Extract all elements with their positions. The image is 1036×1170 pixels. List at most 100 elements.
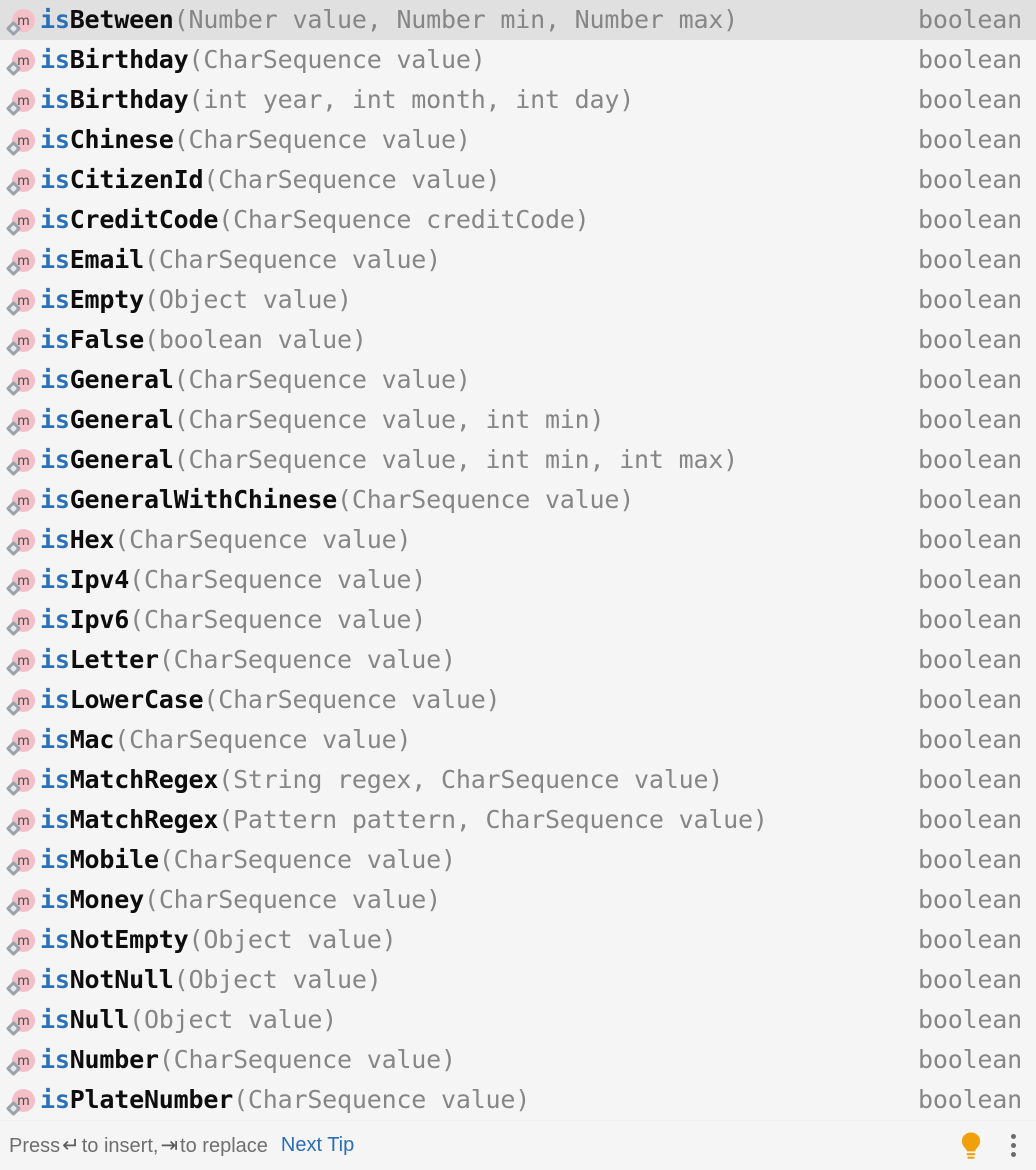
method-signature: isLetter(CharSequence value): [40, 640, 892, 680]
matched-prefix: is: [40, 1005, 70, 1034]
method-signature: isFalse(boolean value): [40, 320, 892, 360]
method-signature: isHex(CharSequence value): [40, 520, 892, 560]
completion-item[interactable]: m isMobile(CharSequence value) boolean: [0, 840, 1036, 880]
method-icon: m: [5, 840, 40, 880]
method-return-type: boolean: [918, 245, 1022, 274]
completion-item[interactable]: m isGeneral(CharSequence value, int min, …: [0, 440, 1036, 480]
method-return-type: boolean: [918, 685, 1022, 714]
completion-item[interactable]: m isNull(Object value) boolean: [0, 1000, 1036, 1040]
method-icon: m: [5, 680, 40, 720]
completion-item-list[interactable]: m isBetween(Number value, Number min, Num…: [0, 0, 1036, 1120]
matched-prefix: is: [40, 605, 70, 634]
completion-item[interactable]: m isNotEmpty(Object value) boolean: [0, 920, 1036, 960]
completion-item[interactable]: m isHex(CharSequence value) boolean: [0, 520, 1036, 560]
completion-item[interactable]: m isChinese(CharSequence value) boolean: [0, 120, 1036, 160]
completion-item[interactable]: m isBirthday(CharSequence value) boolean: [0, 40, 1036, 80]
code-completion-popup: m isBetween(Number value, Number min, Num…: [0, 0, 1036, 1170]
method-return-type: boolean: [918, 885, 1022, 914]
method-icon: m: [5, 880, 40, 920]
completion-item[interactable]: m isPlateNumber(CharSequence value) boolea…: [0, 1080, 1036, 1120]
completion-item[interactable]: m isBetween(Number value, Number min, Num…: [0, 0, 1036, 40]
matched-prefix: is: [40, 1045, 70, 1074]
completion-item[interactable]: m isGeneral(CharSequence value, int min) b…: [0, 400, 1036, 440]
method-signature: isMatchRegex(String regex, CharSequence …: [40, 760, 892, 800]
method-signature: isGeneral(CharSequence value, int min): [40, 400, 892, 440]
completion-item[interactable]: m isMatchRegex(String regex, CharSequence…: [0, 760, 1036, 800]
method-name: Empty: [69, 285, 144, 314]
method-parameters: (CharSequence value): [337, 485, 635, 514]
completion-item[interactable]: m isLowerCase(CharSequence value) boolean: [0, 680, 1036, 720]
method-parameters: (CharSequence value): [114, 525, 412, 554]
next-tip-link[interactable]: Next Tip: [281, 1134, 354, 1157]
completion-item[interactable]: m isGeneralWithChinese(CharSequence value…: [0, 480, 1036, 520]
method-return-type: boolean: [918, 125, 1022, 154]
completion-item[interactable]: m isCitizenId(CharSequence value) boolean: [0, 160, 1036, 200]
method-return-type: boolean: [918, 205, 1022, 234]
method-signature: isChinese(CharSequence value): [40, 120, 892, 160]
completion-hint: Press ↵ to insert, ⇥ to replace: [9, 1133, 268, 1158]
method-icon: m: [5, 360, 40, 400]
completion-item[interactable]: m isEmpty(Object value) boolean: [0, 280, 1036, 320]
method-name: Chinese: [69, 125, 174, 154]
method-parameters: (Object value): [143, 285, 352, 314]
method-parameters: (Object value): [173, 965, 382, 994]
more-options-icon[interactable]: [1004, 1131, 1022, 1161]
method-signature: isNull(Object value): [40, 1000, 892, 1040]
completion-item[interactable]: m isFalse(boolean value) boolean: [0, 320, 1036, 360]
method-name: Mac: [69, 725, 115, 754]
lightbulb-icon[interactable]: [958, 1131, 984, 1161]
method-signature: isMatchRegex(Pattern pattern, CharSequen…: [40, 800, 892, 840]
method-return-type: boolean: [918, 285, 1022, 314]
method-icon: m: [5, 400, 40, 440]
method-parameters: (int year, int month, int day): [188, 85, 635, 114]
method-return-type: boolean: [918, 525, 1022, 554]
completion-item[interactable]: m isNumber(CharSequence value) boolean: [0, 1040, 1036, 1080]
method-parameters: (CharSequence value): [173, 365, 471, 394]
method-return-type: boolean: [918, 445, 1022, 474]
method-name: Hex: [69, 525, 115, 554]
method-name: General: [69, 365, 174, 394]
method-return-type: boolean: [918, 485, 1022, 514]
completion-item[interactable]: m isGeneral(CharSequence value) boolean: [0, 360, 1036, 400]
method-return-type: boolean: [918, 805, 1022, 834]
method-parameters: (CharSequence value): [158, 645, 456, 674]
enter-key-icon: ↵: [62, 1133, 80, 1157]
matched-prefix: is: [40, 645, 70, 674]
completion-item[interactable]: m isIpv6(CharSequence value) boolean: [0, 600, 1036, 640]
method-parameters: (Number value, Number min, Number max): [173, 5, 739, 34]
method-name: Ipv6: [69, 605, 130, 634]
completion-item[interactable]: m isMatchRegex(Pattern pattern, CharSeque…: [0, 800, 1036, 840]
matched-prefix: is: [40, 685, 70, 714]
method-icon: m: [5, 760, 40, 800]
completion-item[interactable]: m isMoney(CharSequence value) boolean: [0, 880, 1036, 920]
matched-prefix: is: [40, 565, 70, 594]
matched-prefix: is: [40, 205, 70, 234]
method-name: CitizenId: [69, 165, 204, 194]
completion-item[interactable]: m isMac(CharSequence value) boolean: [0, 720, 1036, 760]
completion-item[interactable]: m isLetter(CharSequence value) boolean: [0, 640, 1036, 680]
method-name: GeneralWithChinese: [69, 485, 338, 514]
hint-insert-text: to insert,: [81, 1135, 159, 1157]
matched-prefix: is: [40, 5, 70, 34]
method-name: Between: [69, 5, 174, 34]
dot: [1010, 1152, 1016, 1157]
method-return-type: boolean: [918, 365, 1022, 394]
method-return-type: boolean: [918, 165, 1022, 194]
method-return-type: boolean: [918, 325, 1022, 354]
completion-item[interactable]: m isNotNull(Object value) boolean: [0, 960, 1036, 1000]
method-return-type: boolean: [918, 5, 1022, 34]
method-return-type: boolean: [918, 965, 1022, 994]
matched-prefix: is: [40, 885, 70, 914]
matched-prefix: is: [40, 45, 70, 74]
completion-item[interactable]: m isIpv4(CharSequence value) boolean: [0, 560, 1036, 600]
matched-prefix: is: [40, 405, 70, 434]
method-parameters: (CharSequence value): [158, 1045, 456, 1074]
matched-prefix: is: [40, 365, 70, 394]
method-name: MatchRegex: [69, 805, 219, 834]
completion-item[interactable]: m isBirthday(int year, int month, int day…: [0, 80, 1036, 120]
method-icon: m: [5, 40, 40, 80]
method-name: PlateNumber: [69, 1085, 234, 1114]
method-icon: m: [5, 1080, 40, 1120]
completion-item[interactable]: m isCreditCode(CharSequence creditCode) bo…: [0, 200, 1036, 240]
completion-item[interactable]: m isEmail(CharSequence value) boolean: [0, 240, 1036, 280]
